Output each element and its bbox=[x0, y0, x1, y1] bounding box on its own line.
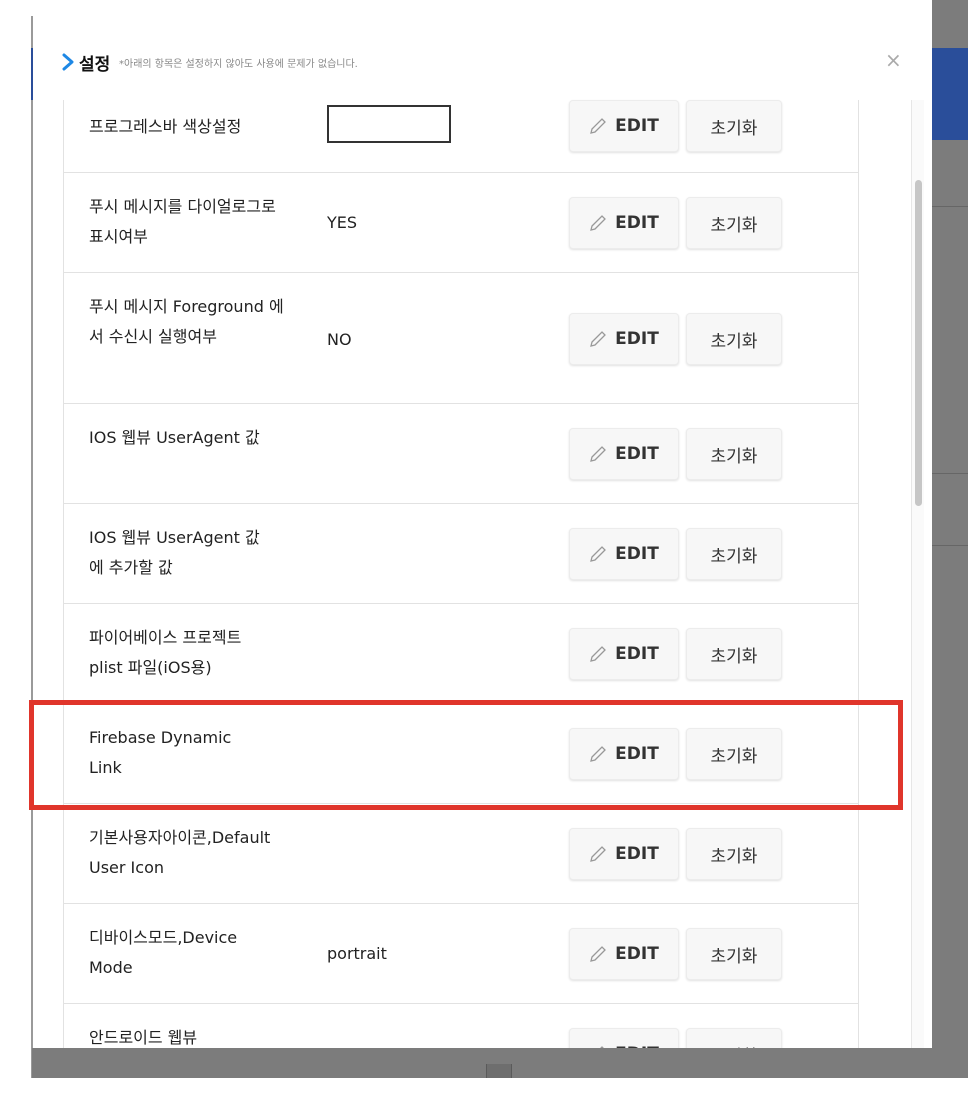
reset-button[interactable]: 초기화 bbox=[686, 828, 782, 880]
background-line bbox=[932, 545, 968, 546]
reset-button-label: 초기화 bbox=[710, 215, 758, 236]
table-row: IOS 웹뷰 UserAgent 값에 추가할 값 EDIT 초기화 bbox=[64, 504, 858, 604]
edit-button-label: EDIT bbox=[615, 213, 659, 233]
modal-title: 설정 bbox=[79, 55, 111, 75]
setting-label: 프로그레스바 색상설정 bbox=[89, 117, 242, 136]
edit-button[interactable]: EDIT bbox=[569, 428, 679, 480]
chevron-right-icon bbox=[62, 53, 74, 71]
close-icon[interactable]: × bbox=[885, 50, 902, 70]
setting-label: 안드로이드 웹뷰 bbox=[89, 1028, 198, 1047]
reset-button[interactable]: 초기화 bbox=[686, 428, 782, 480]
edit-button-label: EDIT bbox=[615, 744, 659, 764]
table-row: 디바이스모드,Device Mode portrait EDIT 초기화 bbox=[64, 904, 858, 1004]
reset-button[interactable]: 초기화 bbox=[686, 313, 782, 365]
modal-subtitle: *아래의 항목은 설정하지 않아도 사용에 문제가 없습니다. bbox=[119, 59, 358, 70]
edit-button[interactable]: EDIT bbox=[569, 828, 679, 880]
reset-button-label: 초기화 bbox=[710, 118, 758, 139]
color-swatch[interactable] bbox=[327, 105, 451, 143]
reset-button[interactable]: 초기화 bbox=[686, 1028, 782, 1048]
reset-button[interactable]: 초기화 bbox=[686, 100, 782, 152]
pencil-icon bbox=[590, 646, 607, 662]
pencil-icon bbox=[590, 946, 607, 962]
edit-button[interactable]: EDIT bbox=[569, 197, 679, 249]
pencil-icon bbox=[590, 746, 607, 762]
table-row: 안드로이드 웹뷰 EDIT 초기화 bbox=[64, 1004, 858, 1048]
reset-button-label: 초기화 bbox=[710, 331, 758, 352]
settings-modal: 설정 *아래의 항목은 설정하지 않아도 사용에 문제가 없습니다. × 프로그… bbox=[33, 16, 932, 1048]
setting-label: Firebase Dynamic Link bbox=[89, 728, 232, 777]
pencil-icon bbox=[590, 331, 607, 347]
setting-value: YES bbox=[327, 213, 358, 232]
reset-button-label: 초기화 bbox=[711, 1042, 758, 1049]
edit-button[interactable]: EDIT bbox=[569, 928, 679, 980]
scrollbar-track[interactable] bbox=[911, 100, 924, 1048]
edit-button-label: EDIT bbox=[615, 444, 659, 464]
edit-button-label: EDIT bbox=[615, 844, 659, 864]
pencil-icon bbox=[600, 1046, 605, 1048]
edit-button-label: EDIT bbox=[615, 544, 659, 564]
table-row: 기본사용자아이콘,Default User Icon EDIT 초기화 bbox=[64, 804, 858, 904]
background-header-bar bbox=[932, 48, 968, 140]
table-row: 파이어베이스 프로젝트 plist 파일(iOS용) EDIT 초기화 bbox=[64, 604, 858, 704]
table-row: 푸시 메시지 Foreground 에서 수신시 실행여부 NO EDIT 초기… bbox=[64, 273, 858, 404]
reset-button[interactable]: 초기화 bbox=[686, 928, 782, 980]
edit-button[interactable]: EDIT bbox=[569, 1028, 679, 1048]
reset-button-label: 초기화 bbox=[710, 746, 758, 767]
reset-button[interactable]: 초기화 bbox=[686, 728, 782, 780]
setting-value: NO bbox=[327, 330, 352, 349]
table-row: IOS 웹뷰 UserAgent 값 EDIT 초기화 bbox=[64, 404, 858, 504]
reset-button-label: 초기화 bbox=[710, 446, 758, 467]
edit-button-label: EDIT bbox=[615, 329, 659, 349]
reset-button-label: 초기화 bbox=[710, 646, 758, 667]
edit-button[interactable]: EDIT bbox=[569, 528, 679, 580]
background-line bbox=[932, 473, 968, 474]
pencil-icon bbox=[590, 118, 607, 134]
setting-label: 푸시 메시지를 다이얼로그로 표시여부 bbox=[89, 197, 276, 246]
scrollbar-thumb[interactable] bbox=[915, 180, 922, 506]
background-overlay-right bbox=[932, 0, 968, 1078]
edit-button[interactable]: EDIT bbox=[569, 728, 679, 780]
edit-button[interactable]: EDIT bbox=[569, 100, 679, 152]
modal-header: 설정 *아래의 항목은 설정하지 않아도 사용에 문제가 없습니다. × bbox=[33, 44, 932, 84]
reset-button-label: 초기화 bbox=[710, 946, 758, 967]
table-row: 푸시 메시지를 다이얼로그로 표시여부 YES EDIT 초기화 bbox=[64, 173, 858, 273]
reset-button-label: 초기화 bbox=[710, 846, 758, 867]
settings-table: 프로그레스바 색상설정 EDIT 초기화 푸시 메시지를 다이얼로그로 표시여부… bbox=[63, 100, 859, 1048]
setting-label: IOS 웹뷰 UserAgent 값 bbox=[89, 428, 260, 447]
table-row: 프로그레스바 색상설정 EDIT 초기화 bbox=[64, 100, 858, 173]
edit-button-label: EDIT bbox=[615, 116, 659, 136]
edit-button-label: EDIT bbox=[615, 944, 659, 964]
background-line bbox=[932, 206, 968, 207]
reset-button[interactable]: 초기화 bbox=[686, 197, 782, 249]
setting-label: 푸시 메시지 Foreground 에서 수신시 실행여부 bbox=[89, 297, 284, 346]
pencil-icon bbox=[590, 446, 607, 462]
table-row-firebase-dynamic-link: Firebase Dynamic Link EDIT 초기화 bbox=[64, 704, 858, 804]
reset-button-label: 초기화 bbox=[710, 546, 758, 567]
setting-label: 디바이스모드,Device Mode bbox=[89, 928, 238, 977]
reset-button[interactable]: 초기화 bbox=[686, 528, 782, 580]
pencil-icon bbox=[590, 846, 607, 862]
edit-button-label: EDIT bbox=[615, 644, 659, 664]
reset-button[interactable]: 초기화 bbox=[686, 628, 782, 680]
setting-value: portrait bbox=[327, 944, 387, 963]
background-overlay-bottom bbox=[32, 1048, 968, 1078]
pencil-icon bbox=[590, 215, 607, 231]
setting-label: 파이어베이스 프로젝트 plist 파일(iOS용) bbox=[89, 628, 242, 677]
setting-label: 기본사용자아이콘,Default User Icon bbox=[89, 828, 271, 877]
edit-button-label: EDIT bbox=[615, 1044, 659, 1048]
edit-button[interactable]: EDIT bbox=[569, 313, 679, 365]
setting-label: IOS 웹뷰 UserAgent 값에 추가할 값 bbox=[89, 528, 260, 577]
edit-button[interactable]: EDIT bbox=[569, 628, 679, 680]
pencil-icon bbox=[590, 546, 607, 562]
background-element bbox=[486, 1064, 512, 1078]
